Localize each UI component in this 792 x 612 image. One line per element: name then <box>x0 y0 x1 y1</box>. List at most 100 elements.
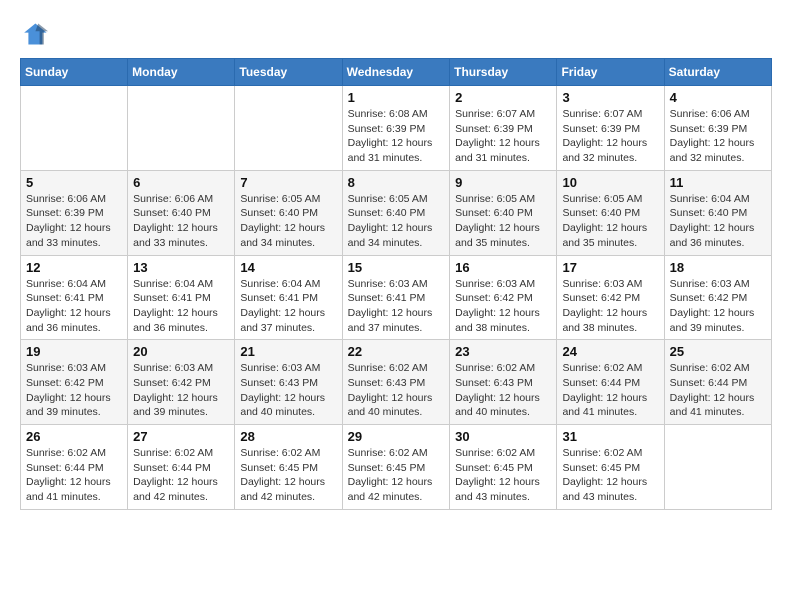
day-number: 15 <box>348 260 445 275</box>
day-info: Sunrise: 6:04 AMSunset: 6:41 PMDaylight:… <box>26 277 122 336</box>
day-info: Sunrise: 6:06 AMSunset: 6:40 PMDaylight:… <box>133 192 229 251</box>
day-number: 17 <box>562 260 658 275</box>
day-info: Sunrise: 6:05 AMSunset: 6:40 PMDaylight:… <box>455 192 551 251</box>
day-info: Sunrise: 6:05 AMSunset: 6:40 PMDaylight:… <box>348 192 445 251</box>
day-info: Sunrise: 6:03 AMSunset: 6:42 PMDaylight:… <box>26 361 122 420</box>
calendar-cell: 28 Sunrise: 6:02 AMSunset: 6:45 PMDayligh… <box>235 425 342 510</box>
calendar-cell <box>235 86 342 171</box>
header-saturday: Saturday <box>664 59 771 86</box>
day-number: 7 <box>240 175 336 190</box>
day-info: Sunrise: 6:04 AMSunset: 6:41 PMDaylight:… <box>240 277 336 336</box>
day-info: Sunrise: 6:03 AMSunset: 6:42 PMDaylight:… <box>562 277 658 336</box>
header-friday: Friday <box>557 59 664 86</box>
calendar-week-5: 26 Sunrise: 6:02 AMSunset: 6:44 PMDayligh… <box>21 425 772 510</box>
day-number: 18 <box>670 260 766 275</box>
calendar-cell: 12 Sunrise: 6:04 AMSunset: 6:41 PMDayligh… <box>21 255 128 340</box>
calendar-cell: 23 Sunrise: 6:02 AMSunset: 6:43 PMDayligh… <box>450 340 557 425</box>
day-info: Sunrise: 6:02 AMSunset: 6:45 PMDaylight:… <box>348 446 445 505</box>
day-number: 4 <box>670 90 766 105</box>
day-info: Sunrise: 6:02 AMSunset: 6:45 PMDaylight:… <box>562 446 658 505</box>
calendar-cell: 11Sunrise: 6:04 AMSunset: 6:40 PMDayligh… <box>664 170 771 255</box>
calendar-week-3: 12 Sunrise: 6:04 AMSunset: 6:41 PMDayligh… <box>21 255 772 340</box>
day-info: Sunrise: 6:02 AMSunset: 6:45 PMDaylight:… <box>455 446 551 505</box>
calendar-cell: 10 Sunrise: 6:05 AMSunset: 6:40 PMDayligh… <box>557 170 664 255</box>
day-number: 14 <box>240 260 336 275</box>
day-info: Sunrise: 6:05 AMSunset: 6:40 PMDaylight:… <box>562 192 658 251</box>
day-number: 28 <box>240 429 336 444</box>
day-info: Sunrise: 6:02 AMSunset: 6:44 PMDaylight:… <box>133 446 229 505</box>
day-number: 25 <box>670 344 766 359</box>
day-number: 12 <box>26 260 122 275</box>
day-info: Sunrise: 6:02 AMSunset: 6:43 PMDaylight:… <box>348 361 445 420</box>
header-wednesday: Wednesday <box>342 59 450 86</box>
calendar-cell: 25 Sunrise: 6:02 AMSunset: 6:44 PMDayligh… <box>664 340 771 425</box>
logo-icon <box>20 20 48 48</box>
day-info: Sunrise: 6:02 AMSunset: 6:45 PMDaylight:… <box>240 446 336 505</box>
day-info: Sunrise: 6:03 AMSunset: 6:42 PMDaylight:… <box>670 277 766 336</box>
calendar-header-row: SundayMondayTuesdayWednesdayThursdayFrid… <box>21 59 772 86</box>
day-number: 27 <box>133 429 229 444</box>
day-info: Sunrise: 6:07 AMSunset: 6:39 PMDaylight:… <box>562 107 658 166</box>
day-number: 1 <box>348 90 445 105</box>
header-sunday: Sunday <box>21 59 128 86</box>
calendar-cell: 17 Sunrise: 6:03 AMSunset: 6:42 PMDayligh… <box>557 255 664 340</box>
calendar-cell: 15Sunrise: 6:03 AMSunset: 6:41 PMDayligh… <box>342 255 450 340</box>
day-info: Sunrise: 6:06 AMSunset: 6:39 PMDaylight:… <box>26 192 122 251</box>
day-info: Sunrise: 6:03 AMSunset: 6:43 PMDaylight:… <box>240 361 336 420</box>
day-info: Sunrise: 6:06 AMSunset: 6:39 PMDaylight:… <box>670 107 766 166</box>
calendar-cell: 16Sunrise: 6:03 AMSunset: 6:42 PMDayligh… <box>450 255 557 340</box>
calendar-cell: 29 Sunrise: 6:02 AMSunset: 6:45 PMDayligh… <box>342 425 450 510</box>
day-number: 30 <box>455 429 551 444</box>
calendar-cell: 7Sunrise: 6:05 AMSunset: 6:40 PMDaylight… <box>235 170 342 255</box>
day-number: 6 <box>133 175 229 190</box>
day-number: 22 <box>348 344 445 359</box>
day-number: 26 <box>26 429 122 444</box>
calendar-cell: 19Sunrise: 6:03 AMSunset: 6:42 PMDayligh… <box>21 340 128 425</box>
day-number: 21 <box>240 344 336 359</box>
day-number: 23 <box>455 344 551 359</box>
calendar-cell: 3 Sunrise: 6:07 AMSunset: 6:39 PMDaylight… <box>557 86 664 171</box>
day-number: 9 <box>455 175 551 190</box>
calendar-cell: 5 Sunrise: 6:06 AMSunset: 6:39 PMDaylight… <box>21 170 128 255</box>
calendar-cell: 22 Sunrise: 6:02 AMSunset: 6:43 PMDayligh… <box>342 340 450 425</box>
calendar-cell: 20Sunrise: 6:03 AMSunset: 6:42 PMDayligh… <box>128 340 235 425</box>
calendar-table: SundayMondayTuesdayWednesdayThursdayFrid… <box>20 58 772 510</box>
day-info: Sunrise: 6:02 AMSunset: 6:44 PMDaylight:… <box>670 361 766 420</box>
header-tuesday: Tuesday <box>235 59 342 86</box>
calendar-week-1: 1Sunrise: 6:08 AMSunset: 6:39 PMDaylight… <box>21 86 772 171</box>
day-number: 10 <box>562 175 658 190</box>
calendar-cell: 9 Sunrise: 6:05 AMSunset: 6:40 PMDaylight… <box>450 170 557 255</box>
logo <box>20 20 52 48</box>
day-number: 3 <box>562 90 658 105</box>
calendar-cell: 24 Sunrise: 6:02 AMSunset: 6:44 PMDayligh… <box>557 340 664 425</box>
calendar-cell: 4 Sunrise: 6:06 AMSunset: 6:39 PMDaylight… <box>664 86 771 171</box>
day-info: Sunrise: 6:03 AMSunset: 6:42 PMDaylight:… <box>133 361 229 420</box>
calendar-cell: 26 Sunrise: 6:02 AMSunset: 6:44 PMDayligh… <box>21 425 128 510</box>
day-info: Sunrise: 6:04 AMSunset: 6:41 PMDaylight:… <box>133 277 229 336</box>
calendar-week-4: 19Sunrise: 6:03 AMSunset: 6:42 PMDayligh… <box>21 340 772 425</box>
day-number: 29 <box>348 429 445 444</box>
day-number: 24 <box>562 344 658 359</box>
day-number: 16 <box>455 260 551 275</box>
calendar-cell <box>21 86 128 171</box>
calendar-cell: 8 Sunrise: 6:05 AMSunset: 6:40 PMDaylight… <box>342 170 450 255</box>
calendar-cell <box>664 425 771 510</box>
day-number: 31 <box>562 429 658 444</box>
day-number: 5 <box>26 175 122 190</box>
day-info: Sunrise: 6:02 AMSunset: 6:44 PMDaylight:… <box>562 361 658 420</box>
day-number: 13 <box>133 260 229 275</box>
calendar-cell: 2Sunrise: 6:07 AMSunset: 6:39 PMDaylight… <box>450 86 557 171</box>
calendar-cell: 14 Sunrise: 6:04 AMSunset: 6:41 PMDayligh… <box>235 255 342 340</box>
day-info: Sunrise: 6:02 AMSunset: 6:44 PMDaylight:… <box>26 446 122 505</box>
day-info: Sunrise: 6:04 AMSunset: 6:40 PMDaylight:… <box>670 192 766 251</box>
calendar-cell: 13 Sunrise: 6:04 AMSunset: 6:41 PMDayligh… <box>128 255 235 340</box>
calendar-cell: 31 Sunrise: 6:02 AMSunset: 6:45 PMDayligh… <box>557 425 664 510</box>
calendar-cell: 1Sunrise: 6:08 AMSunset: 6:39 PMDaylight… <box>342 86 450 171</box>
page-header <box>20 20 772 48</box>
day-number: 8 <box>348 175 445 190</box>
day-info: Sunrise: 6:02 AMSunset: 6:43 PMDaylight:… <box>455 361 551 420</box>
calendar-cell: 21 Sunrise: 6:03 AMSunset: 6:43 PMDayligh… <box>235 340 342 425</box>
header-monday: Monday <box>128 59 235 86</box>
calendar-cell: 30 Sunrise: 6:02 AMSunset: 6:45 PMDayligh… <box>450 425 557 510</box>
calendar-cell <box>128 86 235 171</box>
